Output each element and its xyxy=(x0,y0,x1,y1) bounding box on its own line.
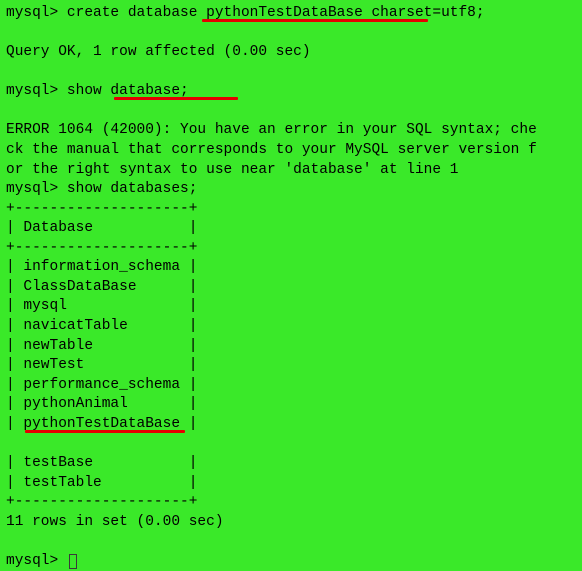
table-row: | ClassDataBase | xyxy=(6,278,576,298)
command-text: show databases; xyxy=(67,181,198,197)
table-row: | pythonTestDataBase | xyxy=(6,415,576,454)
table-row: | performance_schema | xyxy=(6,376,576,396)
terminal-line-blank xyxy=(6,63,576,83)
prompt: mysql> xyxy=(6,83,67,99)
table-header: | Database | xyxy=(6,219,576,239)
table-row: | navicatTable | xyxy=(6,317,576,337)
cursor xyxy=(69,554,77,569)
table-row: | mysql | xyxy=(6,297,576,317)
table-separator: +--------------------+ xyxy=(6,200,576,220)
prompt: mysql> xyxy=(6,553,67,569)
terminal-line-cmd1: mysql> create database pythonTestDataBas… xyxy=(6,4,576,43)
annotation-underline xyxy=(25,430,185,433)
terminal-line-error: ERROR 1064 (42000): You have an error in… xyxy=(6,121,576,141)
terminal-line-error: or the right syntax to use near 'databas… xyxy=(6,161,576,181)
table-row: | information_schema | xyxy=(6,258,576,278)
prompt: mysql> xyxy=(6,181,67,197)
terminal-line-prompt[interactable]: mysql> xyxy=(6,552,576,571)
prompt: mysql> xyxy=(6,5,67,21)
table-row: | testBase | xyxy=(6,454,576,474)
table-row: | newTest | xyxy=(6,356,576,376)
terminal-line-cmd3: mysql> show databases; xyxy=(6,180,576,200)
terminal-line-cmd2: mysql> show database; xyxy=(6,82,576,121)
terminal-line-output: Query OK, 1 row affected (0.00 sec) xyxy=(6,43,576,63)
annotation-underline xyxy=(202,19,428,22)
terminal-line-output: 11 rows in set (0.00 sec) xyxy=(6,513,576,533)
table-separator: +--------------------+ xyxy=(6,493,576,513)
annotation-underline xyxy=(114,97,238,100)
table-row: | newTable | xyxy=(6,337,576,357)
terminal-line-error: ck the manual that corresponds to your M… xyxy=(6,141,576,161)
terminal-line-blank xyxy=(6,532,576,552)
table-separator: +--------------------+ xyxy=(6,239,576,259)
table-row: | pythonAnimal | xyxy=(6,395,576,415)
table-row: | testTable | xyxy=(6,474,576,494)
